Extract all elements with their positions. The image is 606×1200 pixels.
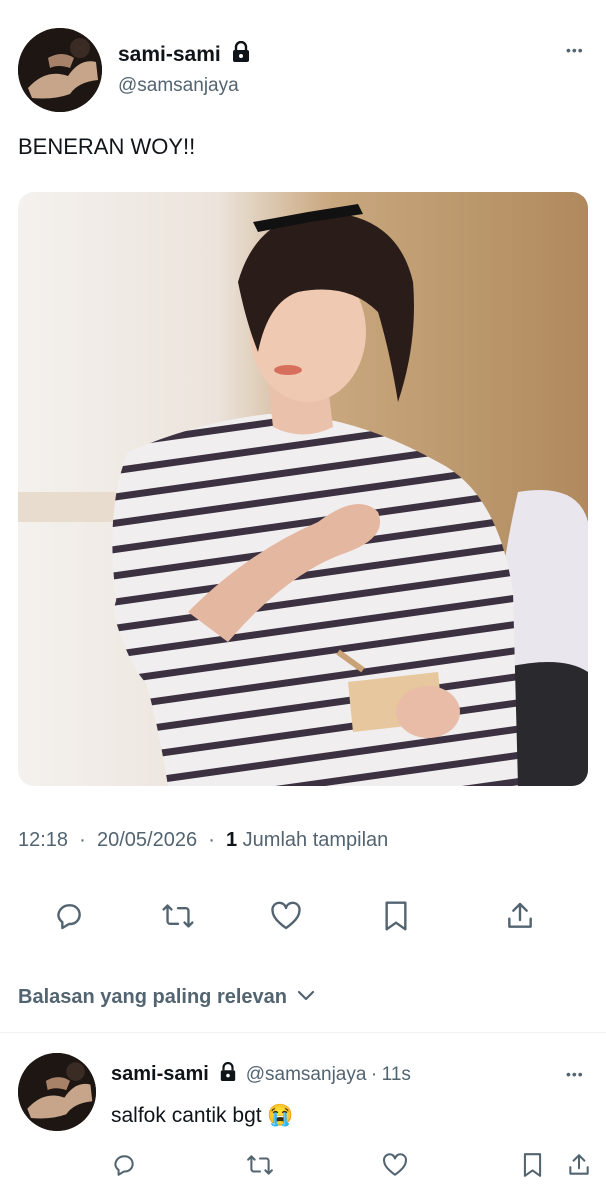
reply-like-icon[interactable] [382, 1153, 408, 1177]
divider [0, 1032, 606, 1033]
replies-sort-dropdown[interactable]: Balasan yang paling relevan [18, 985, 315, 1009]
author-avatar[interactable] [18, 28, 102, 112]
chevron-down-icon [297, 985, 315, 1008]
reply-display-name[interactable]: sami-sami [111, 1063, 209, 1085]
reply-separator: · [370, 1064, 378, 1085]
views-label: Jumlah tampilan [242, 829, 389, 851]
meta-separator: · [73, 829, 92, 851]
author-handle[interactable]: @samsanjaya [118, 75, 239, 97]
tweet-date[interactable]: 20/05/2026 [97, 829, 197, 851]
reply-avatar[interactable] [18, 1053, 96, 1131]
reply-reply-icon[interactable] [111, 1152, 137, 1178]
reply-text: salfok cantik bgt 😭 [111, 1104, 294, 1127]
reply-bookmark-icon[interactable] [521, 1152, 544, 1178]
lock-icon [219, 1061, 237, 1087]
tweet-text: BENERAN WOY!! [18, 134, 196, 159]
like-icon[interactable] [270, 901, 302, 931]
bookmark-icon[interactable] [382, 900, 410, 932]
reply-share-icon[interactable] [566, 1152, 592, 1178]
tweet-meta: 12:18 · 20/05/2026 · 1 Jumlah tampilan [18, 829, 388, 852]
replies-sort-label: Balasan yang paling relevan [18, 986, 287, 1008]
views-count: 1 [225, 829, 238, 851]
share-icon[interactable] [504, 900, 536, 932]
reply-retweet-icon[interactable] [246, 1152, 274, 1178]
tweet-photo[interactable] [18, 192, 588, 786]
author-name-row[interactable]: sami-sami [118, 40, 251, 68]
meta-separator: · [202, 829, 221, 851]
retweet-icon[interactable] [161, 900, 195, 932]
reply-handle[interactable]: @samsanjaya [246, 1064, 367, 1085]
reply-icon[interactable] [53, 900, 85, 932]
reply-more-options-icon[interactable]: ••• [566, 1066, 584, 1082]
more-options-icon[interactable]: ••• [566, 42, 584, 58]
author-display-name[interactable]: sami-sami [118, 43, 221, 66]
reply-age[interactable]: 11s [382, 1064, 411, 1085]
reply-header: sami-sami @samsanjaya · 11s [111, 1061, 411, 1087]
lock-icon [231, 40, 251, 68]
tweet-time[interactable]: 12:18 [18, 829, 68, 851]
